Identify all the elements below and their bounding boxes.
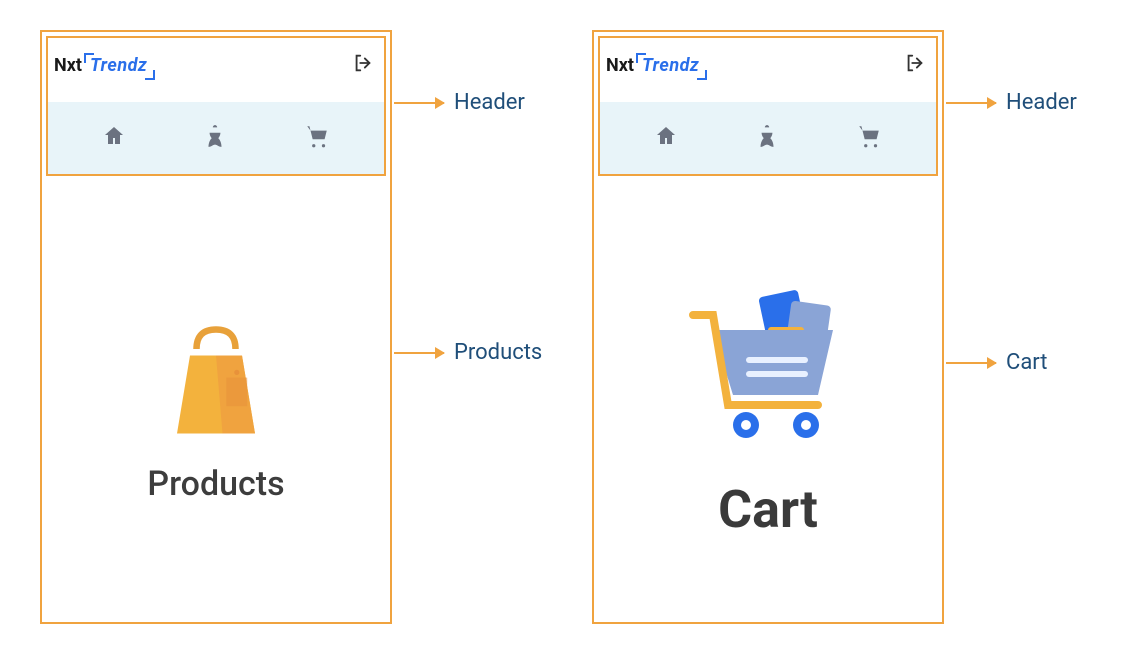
annotation-label: Products (454, 340, 542, 365)
shopping-bag-icon (151, 310, 281, 444)
logout-icon[interactable] (352, 52, 374, 78)
arrow-icon (394, 102, 444, 104)
logo-text-trendz-wrap: Trendz (86, 55, 151, 76)
annotation-header: Header (392, 90, 525, 115)
annotation-header: Header (944, 90, 1077, 115)
annotation-products: Products (392, 340, 542, 365)
products-content: Products (42, 192, 390, 622)
cart-title: Cart (718, 479, 818, 540)
arrow-icon (946, 362, 996, 364)
products-screen-column: Nxt Trendz (40, 30, 392, 624)
app-logo[interactable]: Nxt Trendz (54, 55, 151, 76)
products-icon[interactable] (754, 123, 780, 153)
header-region: Nxt Trendz (46, 36, 386, 176)
arrow-icon (946, 102, 996, 104)
app-logo[interactable]: Nxt Trendz (606, 55, 703, 76)
header-region: Nxt Trendz (598, 36, 938, 176)
logo-text-trendz-wrap: Trendz (638, 55, 703, 76)
logout-icon[interactable] (904, 52, 926, 78)
logo-text-nxt: Nxt (54, 55, 82, 76)
annotation-label: Cart (1006, 350, 1047, 375)
phone-frame-cart: Nxt Trendz (592, 30, 944, 624)
home-icon[interactable] (654, 124, 678, 152)
topbar: Nxt Trendz (600, 38, 936, 92)
logo-text-nxt: Nxt (606, 55, 634, 76)
cart-icon[interactable] (304, 123, 330, 153)
nav-bar (48, 102, 384, 174)
products-icon[interactable] (202, 123, 228, 153)
arrow-icon (394, 352, 444, 354)
products-title: Products (147, 464, 284, 504)
cart-screen-column: Nxt Trendz (592, 30, 944, 624)
cart-content: Cart (594, 192, 942, 622)
annotation-cart: Cart (944, 350, 1047, 375)
logo-text-trendz: Trendz (642, 55, 699, 76)
phone-frame-products: Nxt Trendz (40, 30, 392, 624)
topbar: Nxt Trendz (48, 38, 384, 92)
home-icon[interactable] (102, 124, 126, 152)
annotation-label: Header (1006, 90, 1077, 115)
logo-text-trendz: Trendz (90, 55, 147, 76)
shopping-cart-illustration-icon (668, 275, 868, 459)
nav-bar (600, 102, 936, 174)
cart-icon[interactable] (856, 123, 882, 153)
annotation-label: Header (454, 90, 525, 115)
